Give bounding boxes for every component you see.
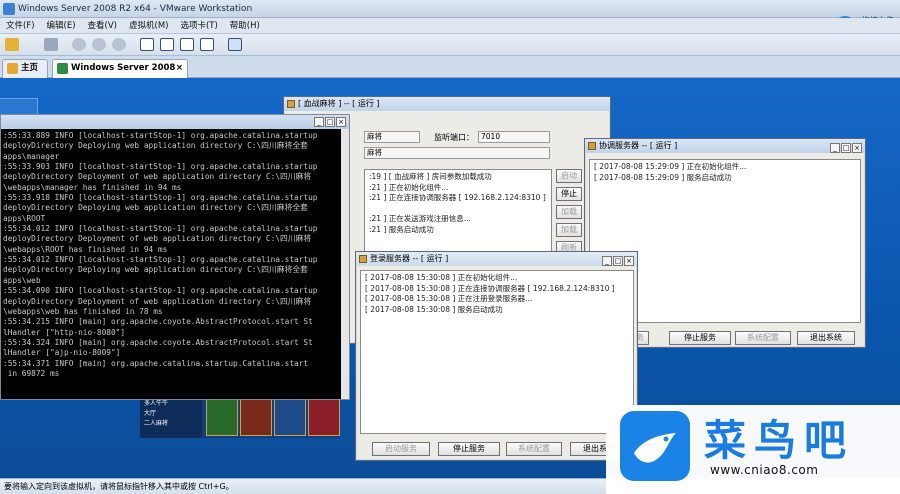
console-line: \webapps\ROOT has finished in 94 ms: [3, 244, 168, 254]
full-screen-icon[interactable]: [160, 38, 174, 51]
exit-system-button[interactable]: 退出系统: [797, 331, 855, 345]
menu-edit[interactable]: 编辑(E): [41, 18, 82, 34]
game-item: 二人麻将: [144, 420, 169, 427]
log-box: :19 ] [ 血战麻将 ] 房间参数加载成功 :21 ] 正在初始化组件...…: [364, 169, 552, 261]
maximize-icon[interactable]: □: [325, 117, 335, 127]
watermark: 菜鸟吧 www.cniao8.com: [606, 405, 900, 494]
menu-bar: 文件(F) 编辑(E) 查看(V) 虚拟机(M) 选项卡(T) 帮助(H): [0, 18, 900, 34]
console-line: deployDirectory Deploying web applicatio…: [3, 203, 308, 213]
console-line: :55:34.371 INFO [main] org.apache.catali…: [3, 358, 309, 368]
load-button[interactable]: 加载: [556, 205, 582, 219]
console-line: apps\web: [3, 275, 41, 285]
toolbar: [0, 34, 900, 56]
console-line: deployDirectory Deploying web applicatio…: [3, 265, 308, 275]
watermark-url: www.cniao8.com: [710, 463, 819, 477]
console-line: lHandler ["ajp-nio-8009"]: [3, 348, 121, 358]
window-titlebar: 协调服务器 -- [ 运行 ] _ □ ×: [585, 139, 865, 153]
close-icon[interactable]: ×: [336, 117, 346, 127]
console-line: :55:34.215 INFO [main] org.apache.coyote…: [3, 317, 313, 327]
snapshot-icon[interactable]: [72, 38, 86, 51]
menu-help[interactable]: 帮助(H): [224, 18, 266, 34]
stop-button[interactable]: 停止: [556, 187, 582, 201]
game-thumbnail: [206, 398, 238, 436]
game-thumbnail-panel: 多人牛牛 大厅 二人麻将: [140, 396, 340, 438]
window-title: Windows Server 2008 R2 x64 - VMware Work…: [18, 4, 253, 14]
console-line: deployDirectory Deployment of web applic…: [3, 172, 312, 182]
game-thumbnail: [274, 398, 306, 436]
field-type[interactable]: 麻将: [364, 147, 550, 159]
menu-view[interactable]: 查看(V): [82, 18, 123, 34]
console-line: :55:34.012 INFO [localhost-startStop-1] …: [3, 255, 318, 265]
maximize-icon[interactable]: □: [613, 256, 623, 266]
console-line: apps\manager: [3, 151, 60, 161]
console-line: deployDirectory Deployment of web applic…: [3, 234, 312, 244]
console-line: deployDirectory Deploying web applicatio…: [3, 141, 308, 151]
start-service-button[interactable]: 启动服务: [372, 442, 430, 456]
console-view-icon[interactable]: [200, 38, 214, 51]
system-config-button[interactable]: 系统配置: [735, 331, 791, 345]
vmware-logo-icon: [3, 3, 15, 15]
maximize-icon[interactable]: □: [841, 143, 851, 153]
console-line: apps\ROOT: [3, 213, 46, 223]
minimize-icon[interactable]: _: [830, 143, 840, 153]
close-icon[interactable]: ×: [624, 256, 634, 266]
load-button-2[interactable]: 加载: [556, 223, 582, 237]
console-line: \webapps\web has finished in 78 ms: [3, 306, 163, 316]
app-icon: [359, 255, 367, 263]
revert-snapshot-icon[interactable]: [92, 38, 106, 51]
tab-bar: 主页 Windows Server 2008 R2 ... ×: [0, 56, 900, 90]
manage-snapshot-icon[interactable]: [112, 38, 126, 51]
app-icon: [287, 100, 295, 108]
field-name[interactable]: 麻将: [364, 131, 420, 143]
port-label: 监听端口：: [434, 133, 474, 142]
start-button[interactable]: 启动: [556, 169, 582, 183]
stop-service-button[interactable]: 停止服务: [669, 331, 731, 345]
tomcat-console-window[interactable]: _ □ × :55:33.889 INFO [localhost-startStop…: [0, 114, 350, 400]
console-line: :55:34.324 INFO [main] org.apache.coyote…: [3, 337, 313, 347]
console-line: in 69872 ms: [3, 368, 60, 378]
stretch-guest-icon[interactable]: [228, 38, 242, 51]
minimize-icon[interactable]: _: [314, 117, 324, 127]
console-line: :55:34.012 INFO [localhost-startStop-1] …: [3, 224, 318, 234]
vm-icon: [57, 63, 68, 74]
window-titlebar: _ □ ×: [1, 115, 349, 129]
console-line: :55:33.889 INFO [localhost-startStop-1] …: [3, 131, 318, 140]
console-scrollbar[interactable]: [341, 129, 349, 399]
system-config-button[interactable]: 系统配置: [506, 442, 562, 456]
port-field[interactable]: 7010: [478, 131, 550, 143]
stop-service-button[interactable]: 停止服务: [438, 442, 500, 456]
normal-view-icon[interactable]: [140, 38, 154, 51]
minimize-icon[interactable]: _: [602, 256, 612, 266]
close-icon[interactable]: ×: [852, 143, 862, 153]
menu-vm[interactable]: 虚拟机(M): [123, 18, 174, 34]
watermark-title: 菜鸟吧: [704, 416, 855, 465]
console-line: :55:33.903 INFO [localhost-startStop-1] …: [3, 162, 318, 172]
window-titlebar: [ 血战麻将 ] -- [ 运行 ]: [284, 97, 610, 111]
console-line: :55:34.090 INFO [localhost-startStop-1] …: [3, 286, 318, 296]
app-icon: [588, 142, 596, 150]
menu-tabs[interactable]: 选项卡(T): [174, 18, 223, 34]
network-icon[interactable]: [44, 38, 58, 51]
home-icon: [7, 63, 18, 74]
log-box: [ 2017-08-08 15:30:08 ] 正在初始化组件... [ 201…: [360, 270, 634, 434]
tab-vm[interactable]: Windows Server 2008 R2 ... ×: [52, 59, 188, 90]
game-thumbnail: [240, 398, 272, 436]
bird-logo-icon: [620, 411, 690, 481]
login-server-window[interactable]: 登录服务器 -- [ 运行 ] _ □ × [ 2017-08-08 15:30:0…: [355, 251, 638, 461]
window-titlebar: 登录服务器 -- [ 运行 ] _ □ ×: [356, 252, 637, 266]
console-line: deployDirectory Deployment of web applic…: [3, 296, 312, 306]
vmware-title-bar: Windows Server 2008 R2 x64 - VMware Work…: [0, 0, 900, 18]
game-item: 大厅: [144, 410, 157, 417]
power-icon[interactable]: [5, 38, 19, 51]
unity-icon[interactable]: [180, 38, 194, 51]
tab-home[interactable]: 主页: [2, 59, 48, 78]
game-thumbnail: [308, 398, 340, 436]
menu-file[interactable]: 文件(F): [0, 18, 41, 34]
console-line: \webapps\manager has finished in 94 ms: [3, 182, 182, 192]
console-line: lHandler ["http-nio-8080"]: [3, 327, 126, 337]
console-output: :55:33.889 INFO [localhost-startStop-1] …: [3, 131, 349, 399]
close-tab-icon[interactable]: ×: [176, 60, 183, 77]
game-item: 多人牛牛: [144, 400, 169, 407]
console-line: :55:33.918 INFO [localhost-startStop-1] …: [3, 193, 318, 203]
